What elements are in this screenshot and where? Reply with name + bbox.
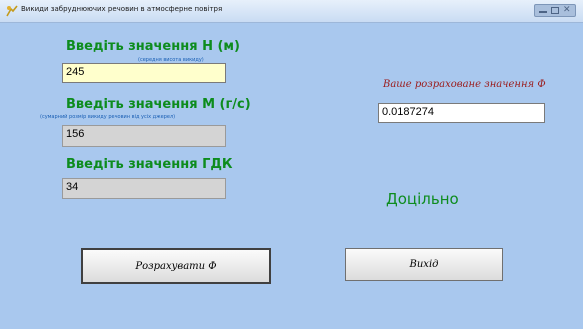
- status-text: Доцільно: [386, 190, 459, 208]
- calculate-button[interactable]: Розрахувати Ф: [81, 248, 271, 284]
- minimize-icon[interactable]: [539, 7, 547, 13]
- app-icon: [6, 5, 18, 17]
- result-label: Ваше розраховане значення Ф: [383, 79, 546, 90]
- result-output[interactable]: 0.0187274: [378, 103, 545, 123]
- gdk-input[interactable]: 34: [62, 178, 226, 199]
- h-label: Введіть значення Н (м): [66, 39, 240, 54]
- app-window: Викиди забруднюючих речовин в атмосферне…: [0, 0, 587, 329]
- window-controls: ✕: [534, 4, 576, 17]
- title-bar[interactable]: Викиди забруднюючих речовин в атмосферне…: [0, 0, 583, 23]
- maximize-icon[interactable]: [551, 7, 559, 14]
- m-input[interactable]: 156: [62, 125, 226, 147]
- gdk-label: Введіть значення ГДК: [66, 157, 233, 172]
- h-input[interactable]: 245: [62, 63, 226, 83]
- exit-button[interactable]: Вихід: [345, 248, 503, 281]
- m-hint: (сумарний розмір викиду речовин від усіх…: [40, 114, 176, 120]
- window-title: Викиди забруднюючих речовин в атмосферне…: [21, 5, 223, 13]
- m-label: Введіть значення М (г/с): [66, 97, 251, 112]
- close-icon[interactable]: ✕: [563, 5, 571, 14]
